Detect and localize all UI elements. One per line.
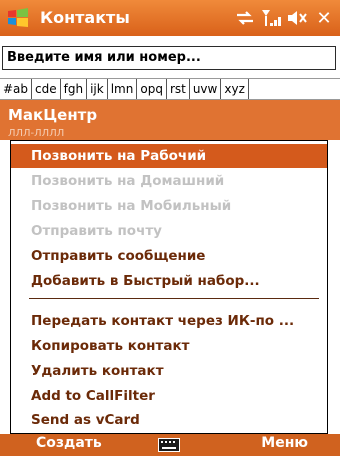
menu-item-call-mobile[interactable]: Позвонить на Мобильный (11, 194, 327, 218)
menu-item-send-message[interactable]: Отправить сообщение (11, 244, 327, 268)
menu-item-add-speed-dial[interactable]: Добавить в Быстрый набор... (11, 269, 327, 293)
alpha-group-fgh[interactable]: fgh (61, 79, 88, 99)
search-input[interactable]: Введите имя или номер... (2, 46, 336, 70)
signal-icon[interactable] (258, 7, 284, 29)
keyboard-icon[interactable] (158, 438, 180, 452)
menu-item-beam-contact[interactable]: Передать контакт через ИК-по ... (11, 309, 327, 333)
menu-item-call-home[interactable]: Позвонить на Домашний (11, 169, 327, 193)
volume-icon[interactable] (284, 7, 310, 29)
alpha-group-ab[interactable]: #ab (0, 79, 33, 99)
contact-subtitle: ЛЛЛ-ЛЛЛЛ (8, 128, 65, 139)
alpha-group-lmn[interactable]: lmn (108, 79, 138, 99)
menu-item-send-vcard[interactable]: Send as vCard (11, 408, 327, 432)
menu-item-send-email[interactable]: Отправить почту (11, 219, 327, 243)
alpha-group-xyz[interactable]: xyz (221, 79, 249, 99)
context-menu: Позвонить на Рабочий Позвонить на Домашн… (10, 140, 328, 434)
connectivity-icon[interactable] (232, 7, 258, 29)
app-title: Контакты (40, 8, 130, 27)
alpha-group-opq[interactable]: opq (137, 79, 167, 99)
softkey-right-menu[interactable]: Меню (261, 435, 308, 451)
contact-name: МакЦентр (8, 106, 98, 124)
menu-item-call-work[interactable]: Позвонить на Рабочий (11, 144, 327, 168)
alpha-group-uvw[interactable]: uvw (190, 79, 222, 99)
menu-item-delete-contact[interactable]: Удалить контакт (11, 359, 327, 383)
alphabet-filter-bar: #ab cde fgh ijk lmn opq rst uvw xyz (0, 78, 340, 100)
status-icons: ✕ (232, 0, 340, 36)
menu-item-add-callfilter[interactable]: Add to CallFilter (11, 384, 327, 408)
alpha-group-cde[interactable]: cde (32, 79, 61, 99)
title-bar: Контакты ✕ (0, 0, 340, 36)
alpha-group-rst[interactable]: rst (167, 79, 190, 99)
menu-separator (29, 298, 319, 299)
alpha-group-ijk[interactable]: ijk (87, 79, 108, 99)
softkey-left-create[interactable]: Создать (36, 435, 102, 451)
contact-list-item-selected[interactable]: МакЦентр ЛЛЛ-ЛЛЛЛ (0, 100, 340, 140)
close-icon[interactable]: ✕ (310, 4, 338, 32)
windows-logo-icon[interactable] (6, 6, 30, 30)
menu-item-copy-contact[interactable]: Копировать контакт (11, 334, 327, 358)
softkey-bar: Создать Меню (0, 434, 340, 456)
